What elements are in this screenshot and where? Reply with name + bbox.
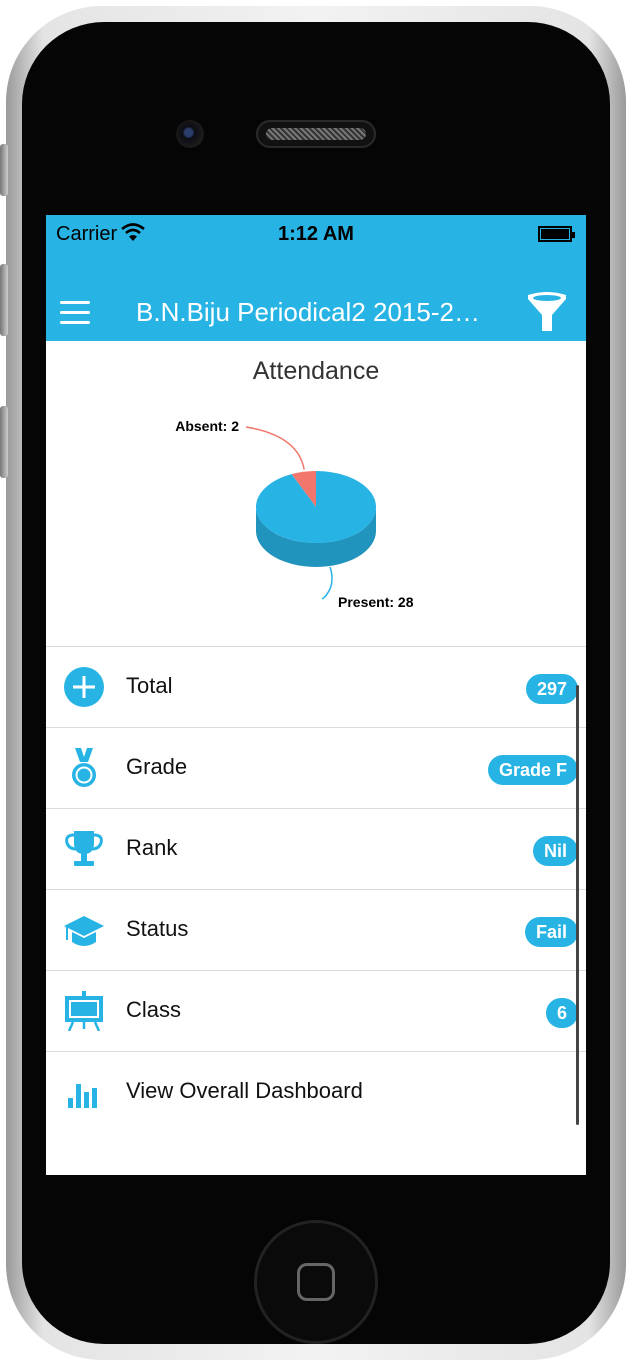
status-bar: Carrier 1:12 AM	[46, 215, 586, 253]
status-badge: Fail	[524, 917, 578, 947]
status-time: 1:12 AM	[278, 223, 354, 245]
grade-label: Grade	[126, 754, 188, 779]
class-label: Class	[126, 997, 182, 1022]
filter-funnel-icon[interactable]	[526, 291, 568, 335]
absent-data-label: Absent: 2	[175, 418, 239, 434]
grade-badge: Grade F	[487, 755, 578, 785]
home-square-icon	[297, 1263, 335, 1301]
graduation-cap-icon	[64, 916, 104, 946]
pie-slice-present	[256, 471, 377, 543]
attendance-pie-chart: Absent: 2 Present: 28	[175, 418, 414, 610]
list-item-status[interactable]: Status Fail	[46, 889, 586, 970]
mute-switch	[0, 144, 8, 196]
absent-leader-line	[245, 426, 305, 470]
list-item-rank[interactable]: Rank Nil	[46, 808, 586, 889]
status-label: Status	[126, 916, 189, 941]
dashboard-label: View Overall Dashboard	[126, 1078, 363, 1103]
front-camera	[176, 120, 204, 148]
class-badge: 6	[545, 998, 578, 1028]
list-item-class[interactable]: Class 6	[46, 970, 586, 1051]
earpiece-speaker	[256, 120, 376, 148]
app-bar: B.N.Biju Periodical2 2015-2…	[46, 253, 586, 341]
summary-list: Total 297 Grade Grade F Rank Nil Status …	[46, 646, 586, 1132]
home-button[interactable]	[254, 1220, 378, 1344]
volume-up-button	[0, 264, 8, 336]
total-badge: 297	[525, 674, 578, 704]
scrollbar[interactable]	[576, 685, 579, 1125]
battery-icon	[538, 226, 575, 242]
page-title: B.N.Biju Periodical2 2015-2…	[136, 297, 480, 327]
app-screen: Carrier 1:12 AM B.N.Biju Periodical2 201…	[46, 215, 586, 1175]
bar-chart-icon	[68, 1084, 97, 1108]
rank-label: Rank	[126, 835, 178, 860]
medal-icon	[72, 748, 96, 787]
rank-badge: Nil	[532, 836, 578, 866]
volume-down-button	[0, 406, 8, 478]
list-item-dashboard[interactable]: View Overall Dashboard	[46, 1051, 586, 1132]
presentation-board-icon	[65, 991, 103, 1031]
list-item-grade[interactable]: Grade Grade F	[46, 727, 586, 808]
list-item-total[interactable]: Total 297	[46, 646, 586, 727]
present-data-label: Present: 28	[338, 594, 414, 610]
trophy-icon	[65, 831, 103, 866]
attendance-title: Attendance	[252, 357, 380, 385]
present-leader-line	[321, 566, 333, 600]
hamburger-menu-icon[interactable]	[60, 301, 92, 325]
total-label: Total	[126, 673, 173, 698]
plus-circle-icon	[64, 667, 104, 707]
